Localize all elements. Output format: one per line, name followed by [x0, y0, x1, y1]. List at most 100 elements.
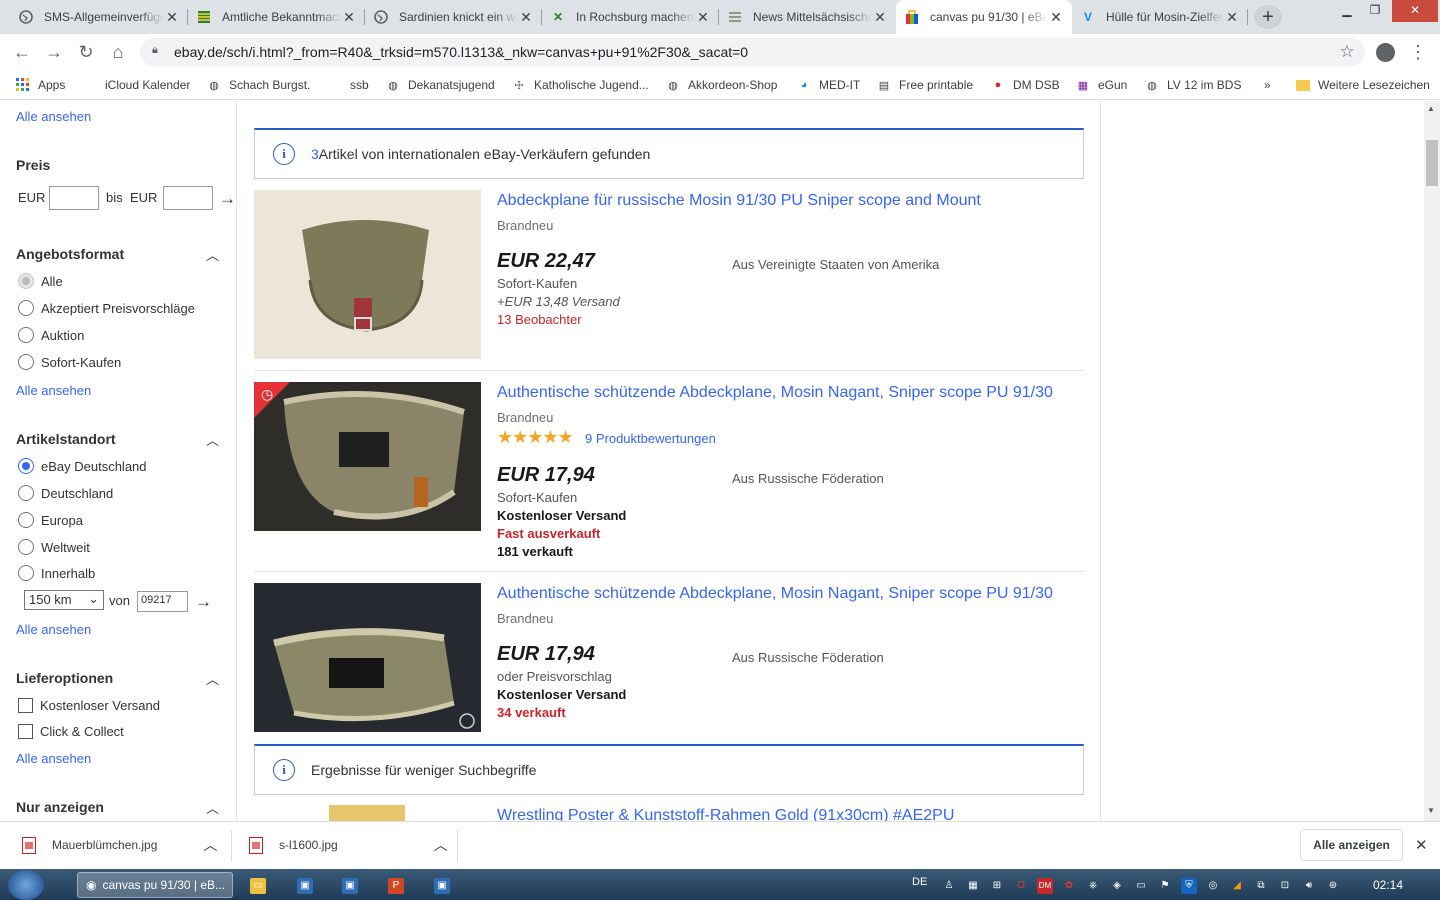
- radio-button[interactable]: [18, 300, 34, 316]
- see-all-link[interactable]: Alle ansehen: [16, 751, 91, 766]
- taskbar-chrome-window[interactable]: ◉ canvas pu 91/30 | eB...: [77, 872, 233, 898]
- clock-time[interactable]: 02:14: [1373, 878, 1403, 892]
- chevron-up-icon[interactable]: ︿: [206, 430, 219, 449]
- product-image[interactable]: [329, 805, 405, 821]
- tray-icon[interactable]: ◎: [1205, 878, 1221, 894]
- back-icon[interactable]: ←: [12, 42, 32, 62]
- see-all-link[interactable]: Alle ansehen: [16, 109, 91, 124]
- location-option-ebay-de[interactable]: eBay Deutschland: [18, 458, 147, 474]
- menu-kebab-icon[interactable]: ⋮: [1408, 42, 1428, 62]
- bookmark-kath-jugend[interactable]: ☩ Katholische Jugend...: [511, 76, 649, 94]
- price-max-input[interactable]: [163, 186, 213, 210]
- radio-button[interactable]: [18, 354, 34, 370]
- address-bar[interactable]: ebay.de/sch/i.html?_from=R40&_trksid=m57…: [140, 38, 1365, 66]
- item-title-link[interactable]: Authentische schützende Abdeckplane, Mos…: [497, 384, 1053, 402]
- radio-button[interactable]: [18, 539, 34, 555]
- close-icon[interactable]: ✕: [518, 9, 534, 26]
- location-option-innerhalb[interactable]: Innerhalb: [18, 565, 95, 581]
- product-image[interactable]: ◷: [254, 382, 481, 531]
- window-close-icon[interactable]: ✕: [1392, 0, 1438, 22]
- close-icon[interactable]: ✕: [695, 9, 711, 26]
- price-submit-arrow-icon[interactable]: →: [219, 189, 236, 209]
- location-option-de[interactable]: Deutschland: [18, 485, 113, 501]
- chevron-up-icon[interactable]: ︿: [434, 835, 448, 855]
- tray-icon[interactable]: ⎈: [1085, 878, 1101, 894]
- scrollbar-thumb[interactable]: [1426, 140, 1438, 186]
- checkbox[interactable]: [18, 698, 33, 713]
- bookmark-icloud[interactable]: iCloud Kalender: [82, 76, 190, 94]
- radio-button[interactable]: [18, 458, 34, 474]
- chevron-up-icon[interactable]: ︿: [203, 835, 217, 855]
- close-icon[interactable]: ✕: [341, 9, 357, 26]
- dm-icon[interactable]: DM: [1037, 878, 1053, 894]
- close-icon[interactable]: ✕: [1048, 9, 1064, 26]
- bookmark-free-printable[interactable]: ▤ Free printable: [876, 76, 973, 94]
- bookmark-egun[interactable]: ▦ eGun: [1075, 76, 1128, 94]
- scroll-up-arrow-icon[interactable]: ▲: [1427, 104, 1435, 113]
- zip-input[interactable]: 09217: [137, 591, 188, 612]
- volume-icon[interactable]: 🔊︎: [1301, 878, 1317, 894]
- price-min-input[interactable]: [49, 186, 99, 210]
- radio-button[interactable]: [18, 485, 34, 501]
- location-submit-arrow-icon[interactable]: →: [195, 592, 212, 612]
- product-image[interactable]: [254, 190, 481, 359]
- distance-select[interactable]: 150 km ⌄: [24, 590, 104, 610]
- bookmark-weitere[interactable]: Weitere Lesezeichen: [1295, 76, 1430, 94]
- tab-news[interactable]: News Mittelsächsische ✕: [719, 0, 896, 34]
- forward-icon[interactable]: →: [44, 42, 64, 62]
- download-item[interactable]: Mauerblümchen.jpg ︿: [22, 833, 217, 857]
- flag-icon[interactable]: ⚑: [1157, 878, 1173, 894]
- bookmark-ssb[interactable]: ssb: [350, 76, 369, 94]
- radio-button[interactable]: [18, 565, 34, 581]
- bookmark-lv12[interactable]: ◍ LV 12 im BDS: [1144, 76, 1241, 94]
- vertical-scrollbar[interactable]: [1424, 101, 1440, 821]
- location-option-weltweit[interactable]: Weltweit: [18, 539, 90, 555]
- see-all-link[interactable]: Alle ansehen: [16, 622, 91, 637]
- app-icon[interactable]: ▣: [342, 878, 358, 894]
- tab-huelle[interactable]: V Hülle für Mosin-Zielfernrohr ✕: [1072, 0, 1248, 34]
- tray-icon[interactable]: ⊡: [1277, 878, 1293, 894]
- tab-rochsburg[interactable]: ✕ In Rochsburg machen ✕: [542, 0, 719, 34]
- offer-option-auktion[interactable]: Auktion: [18, 327, 84, 343]
- item-title-link[interactable]: Wrestling Poster & Kunststoff-Rahmen Gol…: [497, 807, 954, 821]
- offer-option-preisvorschlag[interactable]: Akzeptiert Preisvorschläge: [18, 300, 195, 316]
- tray-icon[interactable]: ✿: [1061, 878, 1077, 894]
- explorer-icon[interactable]: ▭: [250, 878, 266, 894]
- restore-icon[interactable]: ❐: [1362, 0, 1388, 22]
- minimize-icon[interactable]: ▁: [1334, 0, 1360, 22]
- item-title-link[interactable]: Abdeckplane für russische Mosin 91/30 PU…: [497, 192, 981, 210]
- result-item[interactable]: Authentische schützende Abdeckplane, Mos…: [254, 583, 1084, 744]
- start-button-icon[interactable]: [8, 870, 44, 900]
- close-icon[interactable]: ✕: [1224, 9, 1240, 26]
- delivery-option-free[interactable]: Kostenloser Versand: [18, 698, 160, 713]
- chevron-up-icon[interactable]: ︿: [206, 798, 219, 817]
- home-icon[interactable]: ⌂: [108, 42, 128, 62]
- chevron-up-icon[interactable]: ︿: [206, 245, 219, 264]
- app-icon[interactable]: ▣: [434, 878, 450, 894]
- tray-icon[interactable]: ◢: [1229, 878, 1245, 894]
- lock-icon[interactable]: 🔒︎: [152, 44, 158, 57]
- bookmark-dm-dsb[interactable]: ● DM DSB: [990, 76, 1060, 94]
- network-icon[interactable]: ⊛: [1325, 878, 1341, 894]
- star-bookmark-icon[interactable]: ☆: [1337, 42, 1357, 62]
- item-title-link[interactable]: Authentische schützende Abdeckplane, Mos…: [497, 585, 1053, 603]
- security-shield-icon[interactable]: ⛨: [1181, 878, 1197, 894]
- radio-button[interactable]: [18, 327, 34, 343]
- app-icon[interactable]: ▣: [297, 878, 313, 894]
- radio-button[interactable]: [18, 512, 34, 528]
- product-image[interactable]: [254, 583, 481, 732]
- new-tab-button[interactable]: +: [1254, 5, 1282, 29]
- radio-button[interactable]: [18, 273, 34, 289]
- bookmark-med-it[interactable]: ◕ MED-IT: [796, 76, 861, 94]
- see-all-link[interactable]: Alle ansehen: [16, 383, 91, 398]
- tab-sms[interactable]: SMS-Allgemeinverfügung ✕: [10, 0, 188, 34]
- tray-icon[interactable]: ♙: [941, 878, 957, 894]
- result-item[interactable]: ◷ Authentische schützende Abdeckplane, M…: [254, 382, 1084, 572]
- language-indicator[interactable]: DE: [912, 876, 927, 888]
- delivery-option-click-collect[interactable]: Click & Collect: [18, 724, 124, 739]
- location-option-europa[interactable]: Europa: [18, 512, 83, 528]
- bookmarks-overflow[interactable]: »: [1264, 76, 1271, 94]
- close-downloads-icon[interactable]: ✕: [1415, 836, 1428, 854]
- tray-icon[interactable]: ⊞: [989, 878, 1005, 894]
- bookmark-akkordeon[interactable]: ◍ Akkordeon-Shop: [665, 76, 777, 94]
